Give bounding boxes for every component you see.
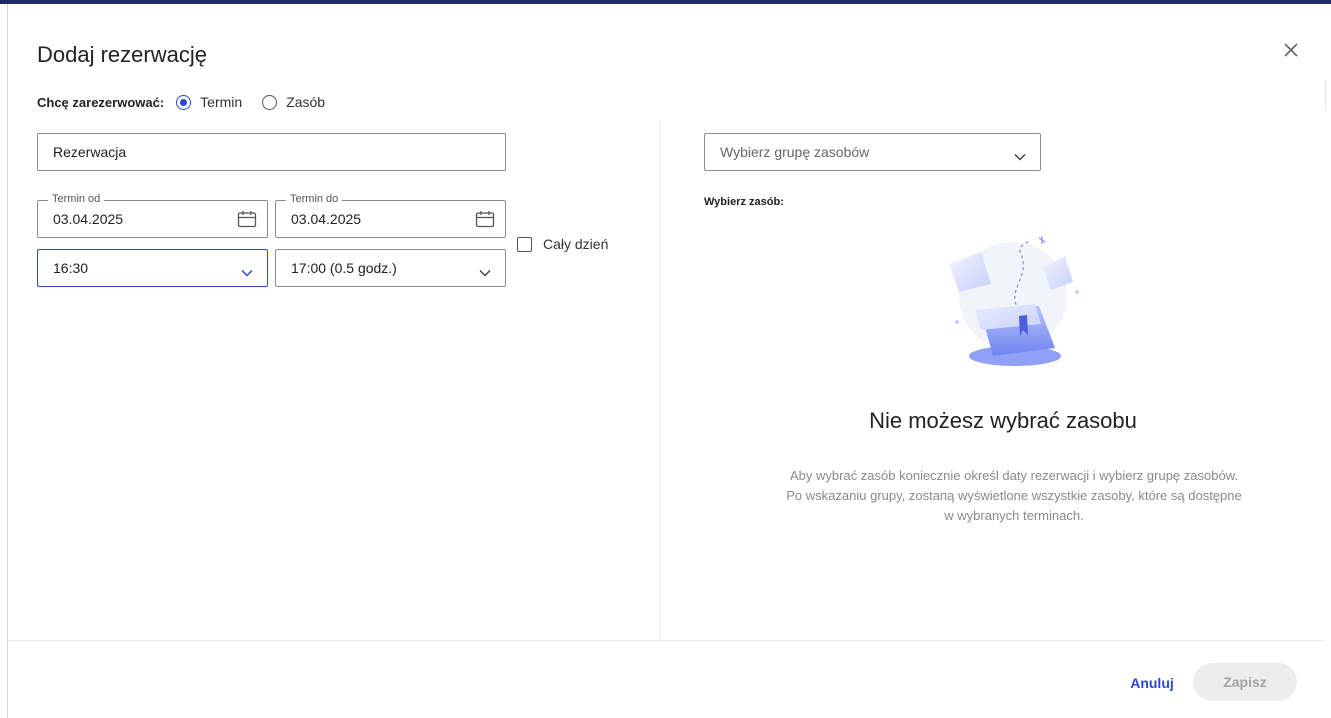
radio-termin-label: Termin xyxy=(200,94,243,110)
radio-checked-icon[interactable] xyxy=(176,94,192,110)
radio-zasob[interactable]: Zasób xyxy=(262,94,325,110)
reservation-name-value: Rezerwacja xyxy=(53,144,127,160)
radio-termin[interactable]: Termin xyxy=(176,94,242,110)
dialog-left-edge xyxy=(7,4,8,718)
reserve-type-group: Chcę zarezerwować: Termin Zasób xyxy=(37,92,345,112)
calendar-icon[interactable] xyxy=(475,210,495,228)
time-to-select[interactable]: 17:00 (0.5 godz.) xyxy=(275,249,506,287)
dialog-title: Dodaj rezerwację xyxy=(37,42,207,67)
reserve-type-label: Chcę zarezerwować: xyxy=(37,94,165,110)
dialog-right-edge xyxy=(1325,80,1326,110)
time-from-value: 16:30 xyxy=(53,260,89,276)
date-to-legend: Termin do xyxy=(286,193,343,205)
radio-zasob-label: Zasób xyxy=(286,94,326,110)
empty-state-line: Po wskazaniu grupy, zostaną wyświetlone … xyxy=(786,488,1242,503)
empty-state-illustration-icon xyxy=(935,230,1095,375)
empty-state-description: Aby wybrać zasób koniecznie określ daty … xyxy=(762,466,1266,526)
close-icon[interactable] xyxy=(1281,40,1301,60)
chevron-down-icon xyxy=(1014,148,1026,161)
chevron-down-icon xyxy=(479,264,491,277)
empty-state-title: Nie możesz wybrać zasobu xyxy=(869,408,1137,433)
empty-state-line: w wybranych terminach. xyxy=(944,508,1084,523)
all-day-checkbox[interactable]: Cały dzień xyxy=(517,236,608,252)
reservation-name-input[interactable]: Rezerwacja xyxy=(37,133,506,171)
save-button[interactable]: Zapisz xyxy=(1193,663,1297,701)
empty-state-line: Aby wybrać zasób koniecznie określ daty … xyxy=(790,468,1238,483)
footer-divider xyxy=(8,640,1325,641)
date-from-value: 03.04.2025 xyxy=(53,211,124,227)
time-from-select[interactable]: 16:30 xyxy=(37,249,268,287)
date-to-field[interactable]: Termin do 03.04.2025 xyxy=(275,193,506,238)
panel-divider xyxy=(660,120,661,640)
select-resource-label: Wybierz zasób: xyxy=(704,196,784,208)
resource-group-select[interactable]: Wybierz grupę zasobów xyxy=(704,133,1041,171)
calendar-icon[interactable] xyxy=(237,210,257,228)
chevron-down-icon xyxy=(241,264,253,277)
date-from-legend: Termin od xyxy=(48,193,105,205)
radio-unchecked-icon[interactable] xyxy=(262,94,278,110)
date-from-field[interactable]: Termin od 03.04.2025 xyxy=(37,193,268,238)
checkbox-box[interactable] xyxy=(517,236,532,252)
resource-group-placeholder: Wybierz grupę zasobów xyxy=(720,144,870,160)
cancel-button[interactable]: Anuluj xyxy=(1120,670,1184,696)
time-to-value: 17:00 (0.5 godz.) xyxy=(291,260,397,276)
all-day-label: Cały dzień xyxy=(543,236,609,252)
date-to-value: 03.04.2025 xyxy=(291,211,362,227)
app-top-bar xyxy=(0,0,1331,4)
